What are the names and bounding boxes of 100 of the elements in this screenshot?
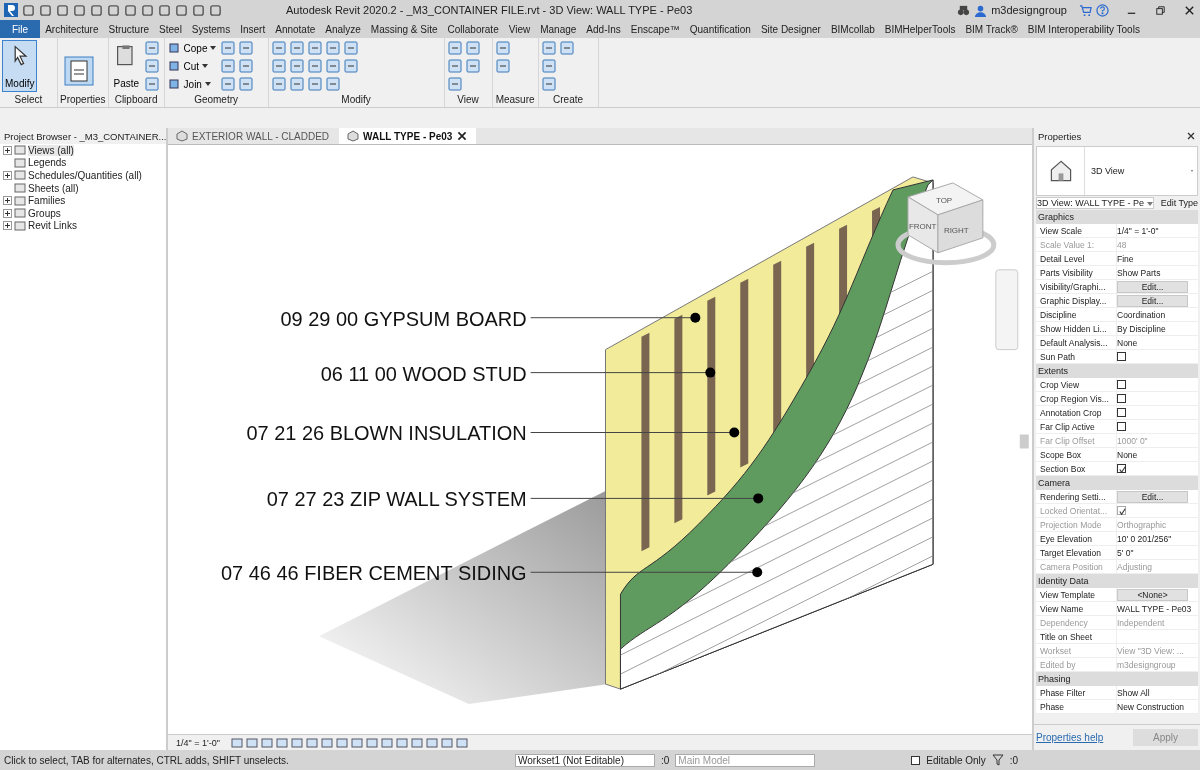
ribbon-tab[interactable]: Manage	[535, 20, 582, 38]
user-name[interactable]: m3designgroup	[991, 4, 1067, 16]
browser-item[interactable]: Views (all)	[28, 144, 74, 156]
property-group-header[interactable]: Identity Data	[1036, 574, 1198, 588]
properties-button-icon[interactable]	[64, 56, 94, 86]
view-control-icon[interactable]	[290, 736, 303, 749]
expand-icon[interactable]	[3, 221, 12, 231]
ribbon-tool-icon[interactable]	[288, 58, 305, 74]
ribbon-tab[interactable]: View	[503, 20, 536, 38]
ribbon-tab[interactable]: Insert	[235, 20, 271, 38]
ribbon-tool-icon[interactable]	[238, 40, 255, 56]
ribbon-tool-icon[interactable]	[540, 58, 557, 74]
ribbon-tool-icon[interactable]	[558, 40, 575, 56]
property-group-header[interactable]: Phasing	[1036, 672, 1198, 686]
file-menu-button[interactable]: File	[0, 20, 41, 38]
workset-dropdown[interactable]: Workset1 (Not Editable)	[515, 753, 655, 767]
view-control-icon[interactable]	[455, 736, 468, 749]
property-button[interactable]: Edit...	[1117, 294, 1188, 307]
ribbon-tool-icon[interactable]	[446, 40, 463, 56]
ribbon-tool-icon[interactable]	[540, 76, 557, 92]
view-control-icon[interactable]	[305, 736, 318, 749]
ribbon-tab[interactable]: Quantification	[684, 20, 756, 38]
property-value[interactable]: 1/4" = 1'-0"	[1117, 225, 1159, 236]
ribbon-tab[interactable]: BIMHelperTools	[879, 20, 961, 38]
ribbon-tab[interactable]: BIMcollab	[825, 20, 880, 38]
ribbon-tool-icon[interactable]	[494, 58, 511, 74]
ribbon-small-button[interactable]: Cut	[166, 58, 219, 74]
view-control-icon[interactable]	[395, 736, 408, 749]
property-group-header[interactable]: Extents	[1036, 364, 1198, 378]
ribbon-tool-icon[interactable]	[446, 76, 463, 92]
view-control-icon[interactable]	[350, 736, 363, 749]
browser-item[interactable]: Families	[28, 195, 66, 207]
ribbon-tab[interactable]: BIM Interoperability Tools	[1022, 20, 1145, 38]
ribbon-tab[interactable]: BIM Track®	[960, 20, 1023, 38]
property-value[interactable]: 10' 0 201/256"	[1117, 533, 1172, 544]
property-value[interactable]: 5' 0"	[1117, 547, 1134, 558]
expand-icon[interactable]	[3, 208, 12, 218]
ribbon-tab[interactable]: Massing & Site	[365, 20, 443, 38]
ribbon-tab[interactable]: Add-Ins	[581, 20, 626, 38]
browser-item[interactable]: Sheets (all)	[28, 182, 79, 194]
browser-item[interactable]: Legends	[28, 157, 67, 169]
property-checkbox[interactable]	[1117, 464, 1126, 473]
ribbon-small-button[interactable]: Cope	[166, 40, 219, 56]
ribbon-tool-icon[interactable]	[288, 40, 305, 56]
instance-dropdown[interactable]: 3D View: WALL TYPE - Pe	[1036, 197, 1154, 209]
property-group-header[interactable]: Graphics	[1036, 210, 1198, 224]
ribbon-tool-icon[interactable]	[306, 40, 323, 56]
ribbon-tab[interactable]: Collaborate	[442, 20, 504, 38]
property-checkbox[interactable]	[1117, 422, 1126, 431]
browser-item[interactable]: Revit Links	[28, 220, 77, 232]
ribbon-tab[interactable]: Architecture	[40, 20, 104, 38]
view-control-icon[interactable]	[380, 736, 393, 749]
binoculars-icon[interactable]	[957, 3, 971, 17]
ribbon-tab[interactable]: Steel	[154, 20, 187, 38]
ribbon-tab[interactable]: Site Designer	[755, 20, 826, 38]
expand-icon[interactable]	[3, 145, 12, 155]
ribbon-tool-icon[interactable]	[144, 58, 161, 74]
view-control-icon[interactable]	[260, 736, 273, 749]
view-control-icon[interactable]	[230, 736, 243, 749]
ribbon-tool-icon[interactable]	[324, 40, 341, 56]
property-button[interactable]: Edit...	[1117, 490, 1188, 503]
property-value[interactable]: Show Parts	[1117, 267, 1161, 278]
ribbon-tool-icon[interactable]	[144, 76, 161, 92]
ribbon-tool-icon[interactable]	[220, 76, 237, 92]
ribbon-large-button[interactable]: Paste	[110, 40, 143, 92]
property-value[interactable]: New Construction	[1117, 701, 1185, 712]
browser-item[interactable]: Groups	[28, 207, 61, 219]
property-value[interactable]: Show All	[1117, 687, 1150, 698]
view-control-icon[interactable]	[335, 736, 348, 749]
ribbon-tab[interactable]: Structure	[103, 20, 155, 38]
ribbon-tool-icon[interactable]	[306, 76, 323, 92]
ribbon-tool-icon[interactable]	[540, 40, 557, 56]
document-tab[interactable]: WALL TYPE - Pe03	[339, 128, 477, 144]
ribbon-tab[interactable]: Analyze	[320, 20, 366, 38]
ribbon-tool-icon[interactable]	[306, 58, 323, 74]
ribbon-tab[interactable]: Annotate	[270, 20, 321, 38]
property-value[interactable]: None	[1117, 449, 1138, 460]
browser-item[interactable]: Schedules/Quantities (all)	[28, 170, 142, 181]
property-value[interactable]: None	[1117, 337, 1138, 348]
ribbon-tool-icon[interactable]	[288, 76, 305, 92]
ribbon-tool-icon[interactable]	[324, 76, 341, 92]
ribbon-tool-icon[interactable]	[464, 58, 481, 74]
ribbon-tool-icon[interactable]	[238, 76, 255, 92]
property-value[interactable]: By Discipline	[1117, 323, 1166, 334]
ribbon-tool-icon[interactable]	[270, 76, 287, 92]
type-selector[interactable]: 3D View	[1036, 146, 1198, 196]
ribbon-tool-icon[interactable]	[342, 58, 359, 74]
property-group-header[interactable]: Camera	[1036, 476, 1198, 490]
property-checkbox[interactable]	[1117, 352, 1126, 361]
view-control-icon[interactable]	[320, 736, 333, 749]
property-checkbox[interactable]	[1117, 380, 1126, 389]
ribbon-small-button[interactable]: Join	[166, 76, 219, 92]
ribbon-tool-icon[interactable]	[494, 40, 511, 56]
view-control-icon[interactable]	[365, 736, 378, 749]
property-value[interactable]: WALL TYPE - Pe03	[1117, 603, 1192, 614]
filter-icon[interactable]	[991, 754, 1004, 766]
view-control-icon[interactable]	[245, 736, 258, 749]
ribbon-tool-icon[interactable]	[342, 40, 359, 56]
view-control-icon[interactable]	[425, 736, 438, 749]
ribbon-tab[interactable]: Enscape™	[625, 20, 685, 38]
